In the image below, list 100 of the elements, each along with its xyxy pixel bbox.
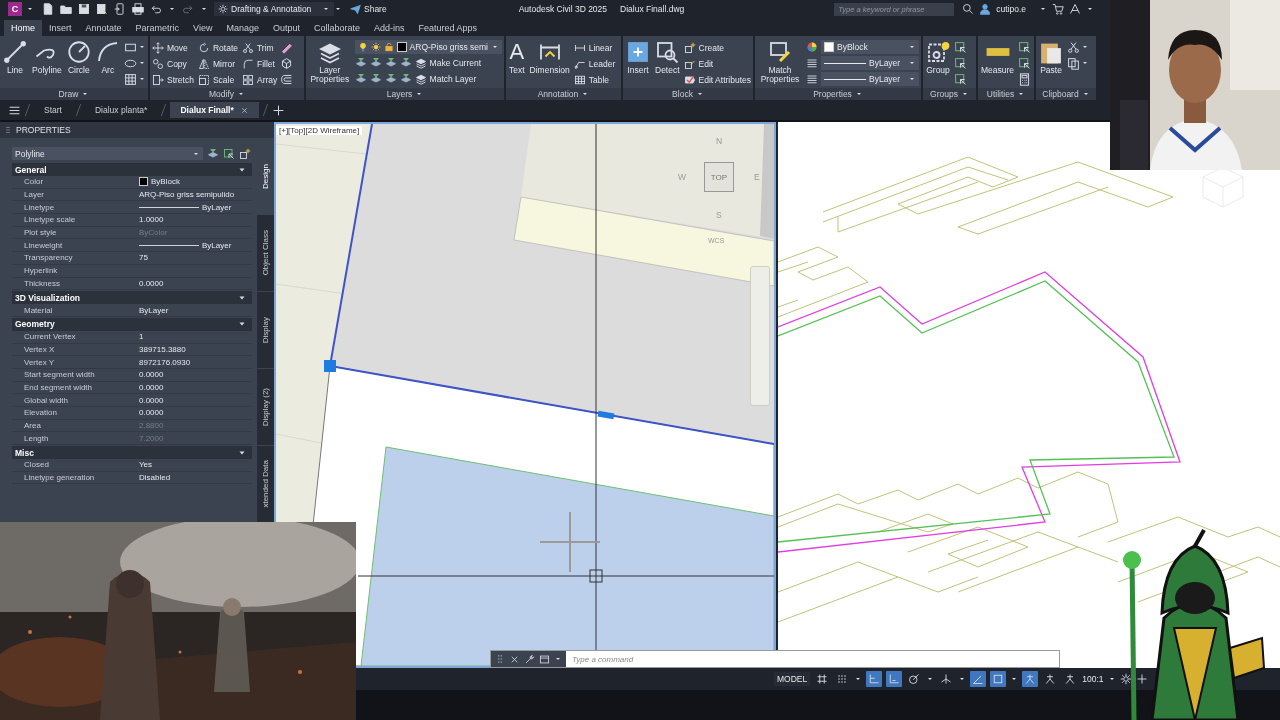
property-label: Area	[24, 421, 42, 431]
ribbon-button[interactable]: Edit	[683, 56, 752, 72]
property-value: ByLayer	[139, 240, 252, 250]
property-label: Vertex Y	[24, 357, 56, 367]
property-label: Current Vertex	[24, 332, 77, 342]
ribbon-tab[interactable]: Insert	[42, 20, 79, 36]
side-tab[interactable]: Design	[257, 138, 274, 215]
layer-dropdown[interactable]: ARQ-Piso griss semi	[354, 40, 502, 54]
ribbon-button[interactable]: Circle	[65, 39, 92, 76]
property-label: Color	[24, 177, 45, 187]
viewport-label[interactable]: [+][Top][2D Wireframe]	[276, 126, 363, 135]
compass-label: E	[754, 172, 760, 182]
ribbon-button[interactable]: Group	[925, 39, 951, 76]
ribbon-tab[interactable]: Add-ins	[367, 20, 412, 36]
view-cube[interactable]: TOP	[704, 162, 734, 192]
ribbon-button[interactable]: Arc	[94, 39, 121, 76]
ribbon-button[interactable]: A Text	[508, 39, 526, 76]
ribbon-button[interactable]: Layer Properties	[308, 39, 352, 85]
property-label: Linetype	[24, 202, 56, 212]
ribbon-tab[interactable]: Featured Apps	[411, 20, 485, 36]
ribbon-button[interactable]: Copy	[152, 56, 194, 72]
property-value: ByBlock	[139, 177, 252, 187]
file-tab[interactable]: Dialux planta*	[84, 102, 158, 118]
app-title: Autodesk Civil 3D 2025	[518, 4, 608, 14]
ribbon-button[interactable]: Match Properties	[757, 39, 803, 85]
ribbon-button[interactable]: Paste	[1038, 39, 1064, 76]
property-label: Hyperlink	[24, 266, 59, 276]
app-logo[interactable]: C	[8, 2, 22, 16]
section-header[interactable]: Misc	[12, 446, 252, 460]
ribbon-button[interactable]: Trim	[242, 40, 278, 56]
ribbon-tab[interactable]: View	[186, 20, 220, 36]
property-value: 1	[139, 332, 145, 342]
palette-title: PROPERTIES	[16, 125, 71, 135]
panel-title[interactable]: Properties	[755, 88, 921, 100]
share-button[interactable]: Share	[350, 3, 387, 15]
ribbon-tab[interactable]: Home	[4, 20, 42, 36]
linetype-dropdown[interactable]: ByLayer	[821, 72, 919, 86]
file-tab[interactable]: Dialux Finall*	[170, 102, 259, 118]
section-header[interactable]: General	[12, 163, 252, 176]
ribbon-button[interactable]: Detect	[654, 39, 681, 76]
side-tab[interactable]: Display (2)	[257, 369, 274, 446]
ribbon-tab[interactable]: Parametric	[128, 20, 187, 36]
panel-title[interactable]: Groups	[923, 88, 976, 100]
ribbon-button[interactable]: Line	[2, 39, 28, 76]
ribbon-button[interactable]: Rotate	[197, 40, 238, 56]
panel-title[interactable]: Draw	[0, 88, 148, 100]
section-header[interactable]: Geometry	[12, 317, 252, 331]
property-value: 0.0000	[139, 382, 165, 392]
ribbon-button[interactable]: Polyline	[31, 39, 63, 76]
annotation-scale[interactable]: 100:1	[1082, 674, 1104, 684]
ribbon-tab[interactable]: Annotate	[78, 20, 129, 36]
property-value: 0.0000	[139, 395, 165, 405]
ribbon-button[interactable]: Match Layer	[414, 73, 477, 85]
ribbon-button[interactable]: Linear	[573, 40, 616, 56]
color-dropdown[interactable]: ByBlock	[821, 40, 919, 54]
ribbon-tab[interactable]: Collaborate	[307, 20, 368, 36]
property-label: Transparency	[24, 253, 74, 263]
property-value: 1.0000	[139, 215, 165, 225]
object-type-dropdown[interactable]: Polyline	[12, 147, 203, 160]
ribbon-button[interactable]: Table	[573, 72, 616, 88]
side-tab[interactable]: Object Class	[257, 215, 274, 292]
ribbon-button[interactable]: Stretch	[152, 72, 194, 88]
ribbon-button[interactable]: Make Current	[414, 57, 482, 69]
linetype-dropdown[interactable]: ByLayer	[821, 56, 919, 70]
text-glyph-icon: A	[509, 40, 525, 64]
ribbon-button[interactable]: Leader	[573, 56, 616, 72]
workspace-dropdown[interactable]: Drafting & Annotation	[214, 2, 334, 16]
property-value: 75	[139, 253, 149, 263]
model-button[interactable]: MODEL	[774, 672, 811, 686]
ribbon-button[interactable]: Insert	[625, 39, 651, 76]
property-value: ByLayer	[139, 202, 252, 212]
section-header[interactable]: 3D Visualization	[12, 291, 252, 305]
property-value: 389715.3880	[139, 344, 187, 354]
property-value: ByLayer	[139, 305, 170, 315]
file-tab[interactable]: Start	[34, 102, 72, 118]
ribbon-tab[interactable]: Output	[265, 20, 307, 36]
panel-title[interactable]: Block	[623, 88, 753, 100]
ribbon-button[interactable]: Scale	[197, 72, 238, 88]
property-value: 0.0000	[139, 370, 165, 380]
compass-label: S	[716, 210, 722, 220]
side-tab[interactable]: Display	[257, 292, 274, 369]
user-name[interactable]: cutipo.e	[996, 4, 1027, 14]
panel-title[interactable]: Clipboard	[1036, 88, 1096, 100]
ribbon-button[interactable]: Measure	[980, 39, 1016, 76]
property-value: 0.0000	[139, 408, 165, 418]
panel-title[interactable]: Modify	[150, 88, 304, 100]
panel-title[interactable]: Utilities	[978, 88, 1034, 100]
panel-title[interactable]: Layers	[306, 88, 504, 100]
ribbon-button[interactable]: Fillet	[242, 56, 278, 72]
property-value: 0.0000	[139, 278, 165, 288]
ribbon-button[interactable]: Create	[683, 40, 752, 56]
compass-label: W	[678, 172, 687, 182]
ribbon-tab[interactable]: Manage	[219, 20, 266, 36]
side-tab[interactable]: xtended Data	[257, 446, 274, 523]
ribbon-button[interactable]: Edit Attributes	[683, 72, 752, 88]
ribbon-button[interactable]: Mirror	[197, 56, 238, 72]
panel-title[interactable]: Annotation	[506, 88, 621, 100]
ribbon-button[interactable]: Move	[152, 40, 194, 56]
ribbon-button[interactable]: Dimension	[528, 39, 571, 76]
ribbon-button[interactable]: Array	[242, 72, 278, 88]
